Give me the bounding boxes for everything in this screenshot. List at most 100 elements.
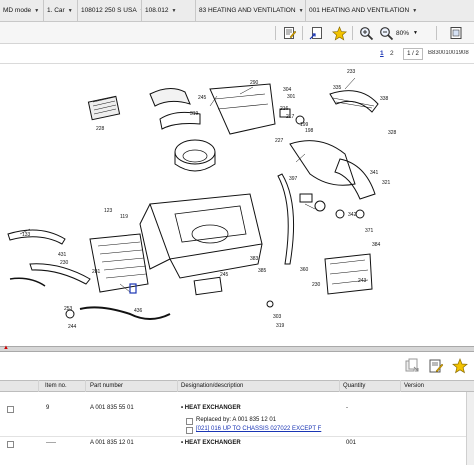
crumb-subgroup-select[interactable]: 001 HEATING AND VENTILATION ▼: [306, 0, 474, 22]
chevron-down-icon: ▼: [412, 7, 418, 14]
svg-text:119: 119: [120, 214, 128, 220]
chassis-note-link[interactable]: [021] 016 UP TO CHASSIS 027022 EXCEPT F: [196, 426, 321, 432]
svg-text:338: 338: [380, 96, 389, 102]
part-number[interactable]: A 001 835 12 01: [90, 440, 134, 446]
crumb-label: 1. Car: [47, 7, 65, 14]
table-row[interactable]: 9 A 001 835 55 01 • HEAT EXCHANGER - Rep…: [0, 394, 474, 436]
table-header: Item no. Part number Designation/descrip…: [0, 380, 474, 392]
row-select-checkbox[interactable]: [7, 406, 14, 413]
svg-text:243: 243: [358, 278, 367, 284]
fit-page-icon: [450, 27, 462, 39]
collapse-up-icon[interactable]: ▲: [3, 345, 9, 351]
parts-table: Item no. Part number Designation/descrip…: [0, 380, 474, 465]
zoom-out-icon: [379, 26, 393, 40]
zoom-out-button[interactable]: [378, 25, 394, 41]
zoom-level-select[interactable]: 80% ▼: [396, 26, 432, 40]
favorite-star-icon: [452, 358, 468, 374]
column-header-part-number[interactable]: Part number: [90, 383, 123, 389]
column-header-version[interactable]: Version: [404, 383, 424, 389]
part-designation: • HEAT EXCHANGER: [181, 405, 241, 411]
favorite-button[interactable]: [452, 358, 468, 374]
svg-text:245: 245: [220, 272, 229, 278]
page-link-icon: [309, 27, 322, 40]
zoom-in-button[interactable]: [358, 25, 374, 41]
table-row[interactable]: ----- A 001 835 12 01 • HEAT EXCHANGER 0…: [0, 436, 474, 452]
column-header-item[interactable]: Item no.: [45, 383, 67, 389]
svg-text:384: 384: [372, 242, 381, 248]
svg-text:290: 290: [250, 80, 259, 86]
breadcrumb-bar: MD mode ▼ 1. Car ▼ 108012 250 S USA ▼ 10…: [0, 0, 474, 22]
row-select-checkbox[interactable]: [7, 441, 14, 448]
favorite-button[interactable]: [331, 25, 347, 41]
heating-ventilation-diagram: 233 290 304 301 335 338 216 217 245 319 …: [7, 69, 397, 330]
crumb-label: 108012 250 S USA: [81, 7, 137, 14]
zoom-level-value: 80%: [396, 29, 410, 37]
svg-text:319: 319: [190, 111, 199, 117]
designation-text: HEAT EXCHANGER: [184, 440, 241, 446]
chevron-down-icon: ▼: [34, 7, 40, 14]
page-2-link[interactable]: 2: [390, 50, 394, 57]
copy-to-list-button[interactable]: [404, 358, 420, 374]
page-navigation: 1 2 1 / 2 B83001001908: [0, 44, 474, 64]
svg-text:216: 216: [280, 106, 289, 112]
exploded-view-drawing[interactable]: 233 290 304 301 335 338 216 217 245 319 …: [0, 64, 474, 346]
drawing-toolbar: 80% ▼: [0, 22, 474, 44]
edit-note-button[interactable]: [428, 358, 444, 374]
svg-text:321: 321: [382, 180, 391, 186]
svg-text:198: 198: [305, 128, 314, 134]
toolbar-divider: [436, 26, 437, 40]
crumb-type-select[interactable]: 108.012 ▼: [142, 0, 196, 22]
crumb-label: MD mode: [3, 7, 32, 14]
column-divider: [177, 380, 178, 392]
svg-text:253: 253: [64, 306, 73, 312]
page-link-button[interactable]: [308, 25, 324, 41]
part-number[interactable]: A 001 835 55 01: [90, 405, 134, 411]
replaced-by-checkbox[interactable]: [186, 418, 193, 425]
toolbar-divider: [352, 26, 353, 40]
toolbar-divider: [275, 26, 276, 40]
column-header-quantity[interactable]: Quantity: [343, 383, 365, 389]
chevron-down-icon: ▼: [413, 30, 418, 36]
svg-text:431: 431: [58, 252, 67, 258]
crumb-category-select[interactable]: 1. Car ▼: [44, 0, 78, 22]
svg-text:335: 335: [333, 85, 342, 91]
toolbar-divider: [302, 26, 303, 40]
edit-note-icon: [284, 27, 297, 39]
svg-text:245: 245: [198, 95, 207, 101]
crumb-label: 108.012: [145, 7, 169, 14]
note-checkbox[interactable]: [186, 427, 193, 434]
designation-text: HEAT EXCHANGER: [184, 405, 241, 411]
table-scrollbar[interactable]: [466, 392, 474, 465]
svg-text:385: 385: [258, 268, 267, 274]
svg-text:228: 228: [96, 126, 105, 132]
crumb-label: 001 HEATING AND VENTILATION: [309, 7, 410, 14]
svg-text:341: 341: [370, 170, 379, 176]
crumb-group-select[interactable]: 83 HEATING AND VENTILATION ▼: [196, 0, 306, 22]
svg-text:244: 244: [68, 324, 77, 330]
crumb-mode-select[interactable]: MD mode ▼: [0, 0, 44, 22]
replaced-by-text: Replaced by: A 001 835 12 01: [196, 417, 277, 423]
svg-text:133: 133: [22, 232, 31, 238]
page-1-link[interactable]: 1: [380, 50, 384, 57]
edit-note-button[interactable]: [282, 25, 298, 41]
part-designation: • HEAT EXCHANGER: [181, 440, 241, 446]
svg-text:304: 304: [283, 87, 292, 93]
column-header-designation[interactable]: Designation/description: [181, 383, 243, 389]
column-divider: [400, 380, 401, 392]
svg-text:301: 301: [287, 94, 296, 100]
chevron-down-icon: ▼: [67, 7, 73, 14]
crumb-model-select[interactable]: 108012 250 S USA ▼: [78, 0, 142, 22]
chevron-down-icon: ▼: [298, 7, 304, 14]
svg-text:383: 383: [250, 256, 259, 262]
crumb-label: 83 HEATING AND VENTILATION: [199, 7, 296, 14]
svg-text:328: 328: [388, 130, 397, 136]
svg-text:303: 303: [273, 314, 282, 320]
column-divider: [339, 380, 340, 392]
svg-text:230: 230: [312, 282, 321, 288]
column-divider: [38, 380, 39, 392]
zoom-in-icon: [359, 26, 373, 40]
item-number: -----: [46, 440, 56, 446]
part-quantity: 001: [346, 440, 357, 446]
fit-page-button[interactable]: [448, 25, 464, 41]
svg-text:436: 436: [134, 308, 143, 314]
